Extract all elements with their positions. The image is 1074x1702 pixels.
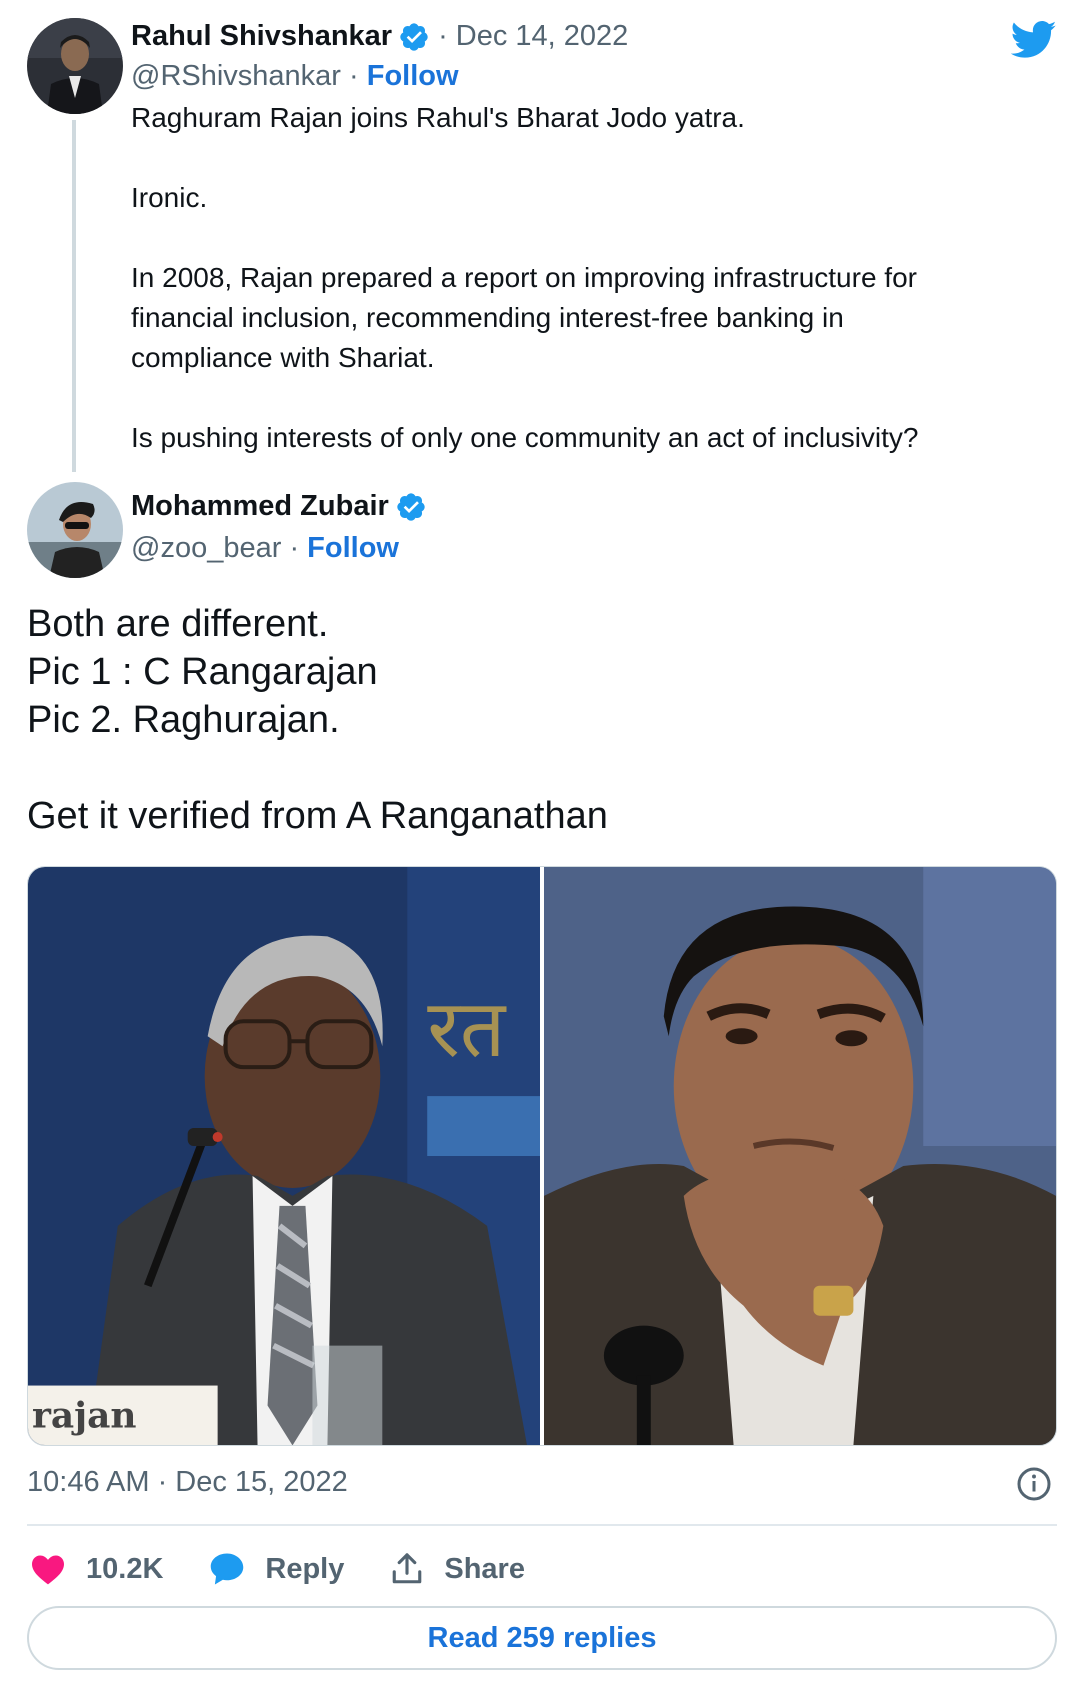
tweet-line: Get it verified from A Ranganathan <box>27 795 608 837</box>
share-label: Share <box>444 1552 525 1585</box>
reply-bubble-icon <box>211 1553 244 1585</box>
author-handle[interactable]: @zoo_bear <box>131 532 281 564</box>
author-row: Mohammed Zubair <box>131 490 427 523</box>
tweet-line: In 2008, Rajan prepared a report on impr… <box>131 262 917 293</box>
quoted-tweet-date[interactable]: Dec 14, 2022 <box>456 20 629 53</box>
tweet-line: Both are different. <box>27 603 329 645</box>
tweet-line: Pic 1 : C Rangarajan <box>27 651 378 693</box>
photo-2[interactable] <box>544 867 1056 1445</box>
photo-1[interactable]: रत rajan <box>28 867 540 1445</box>
tweet-actions: 10.2K Reply Share <box>30 1545 571 1593</box>
share-button[interactable]: Share <box>390 1552 525 1586</box>
author-handle[interactable]: @RShivshankar <box>131 60 341 92</box>
avatar-rahul[interactable] <box>27 18 123 114</box>
twitter-bird-icon[interactable] <box>1011 20 1057 60</box>
quoted-author-row: Rahul Shivshankar · Dec 14, 2022 <box>131 20 628 53</box>
read-replies-button[interactable]: Read 259 replies <box>27 1606 1057 1670</box>
separator-dot: · <box>438 20 448 52</box>
thread-connector-line <box>72 120 76 472</box>
author-name[interactable]: Rahul Shivshankar <box>131 20 392 53</box>
handle-row: @zoo_bear · Follow <box>131 532 399 564</box>
tweet-media[interactable]: रत rajan <box>27 866 1057 1446</box>
tweet-timestamp[interactable]: 10:46 AM · Dec 15, 2022 <box>27 1466 348 1499</box>
reply-label: Reply <box>265 1552 345 1585</box>
tweet-line: compliance with Shariat. <box>131 342 435 373</box>
divider <box>27 1524 1057 1526</box>
tweet-line: financial inclusion, recommending intere… <box>131 302 844 333</box>
quoted-tweet-text: Raghuram Rajan joins Rahul's Bharat Jodo… <box>131 98 1031 458</box>
tweet-line: Raghuram Rajan joins Rahul's Bharat Jodo… <box>131 102 745 133</box>
info-icon[interactable] <box>1016 1466 1052 1502</box>
verified-badge-icon <box>397 492 425 521</box>
reply-button[interactable]: Reply <box>209 1552 344 1586</box>
heart-icon <box>32 1555 64 1585</box>
author-name[interactable]: Mohammed Zubair <box>131 490 389 523</box>
tweet-text: Both are different. Pic 1 : C Rangarajan… <box>27 600 1027 840</box>
verified-badge-icon <box>400 22 428 51</box>
share-icon <box>393 1553 422 1584</box>
photo-caption-card: rajan <box>32 1394 137 1436</box>
tweet-line: Ironic. <box>131 182 208 213</box>
like-count: 10.2K <box>86 1552 164 1585</box>
like-button[interactable]: 10.2K <box>30 1553 163 1586</box>
svg-text:रत: रत <box>427 982 507 1075</box>
avatar-zubair[interactable] <box>27 482 123 578</box>
follow-button[interactable]: Follow <box>307 532 399 564</box>
tweet-line: Pic 2. Raghurajan. <box>27 699 340 741</box>
follow-button[interactable]: Follow <box>367 60 459 92</box>
quoted-handle-row: @RShivshankar · Follow <box>131 60 459 92</box>
tweet-line: Is pushing interests of only one communi… <box>131 422 919 453</box>
